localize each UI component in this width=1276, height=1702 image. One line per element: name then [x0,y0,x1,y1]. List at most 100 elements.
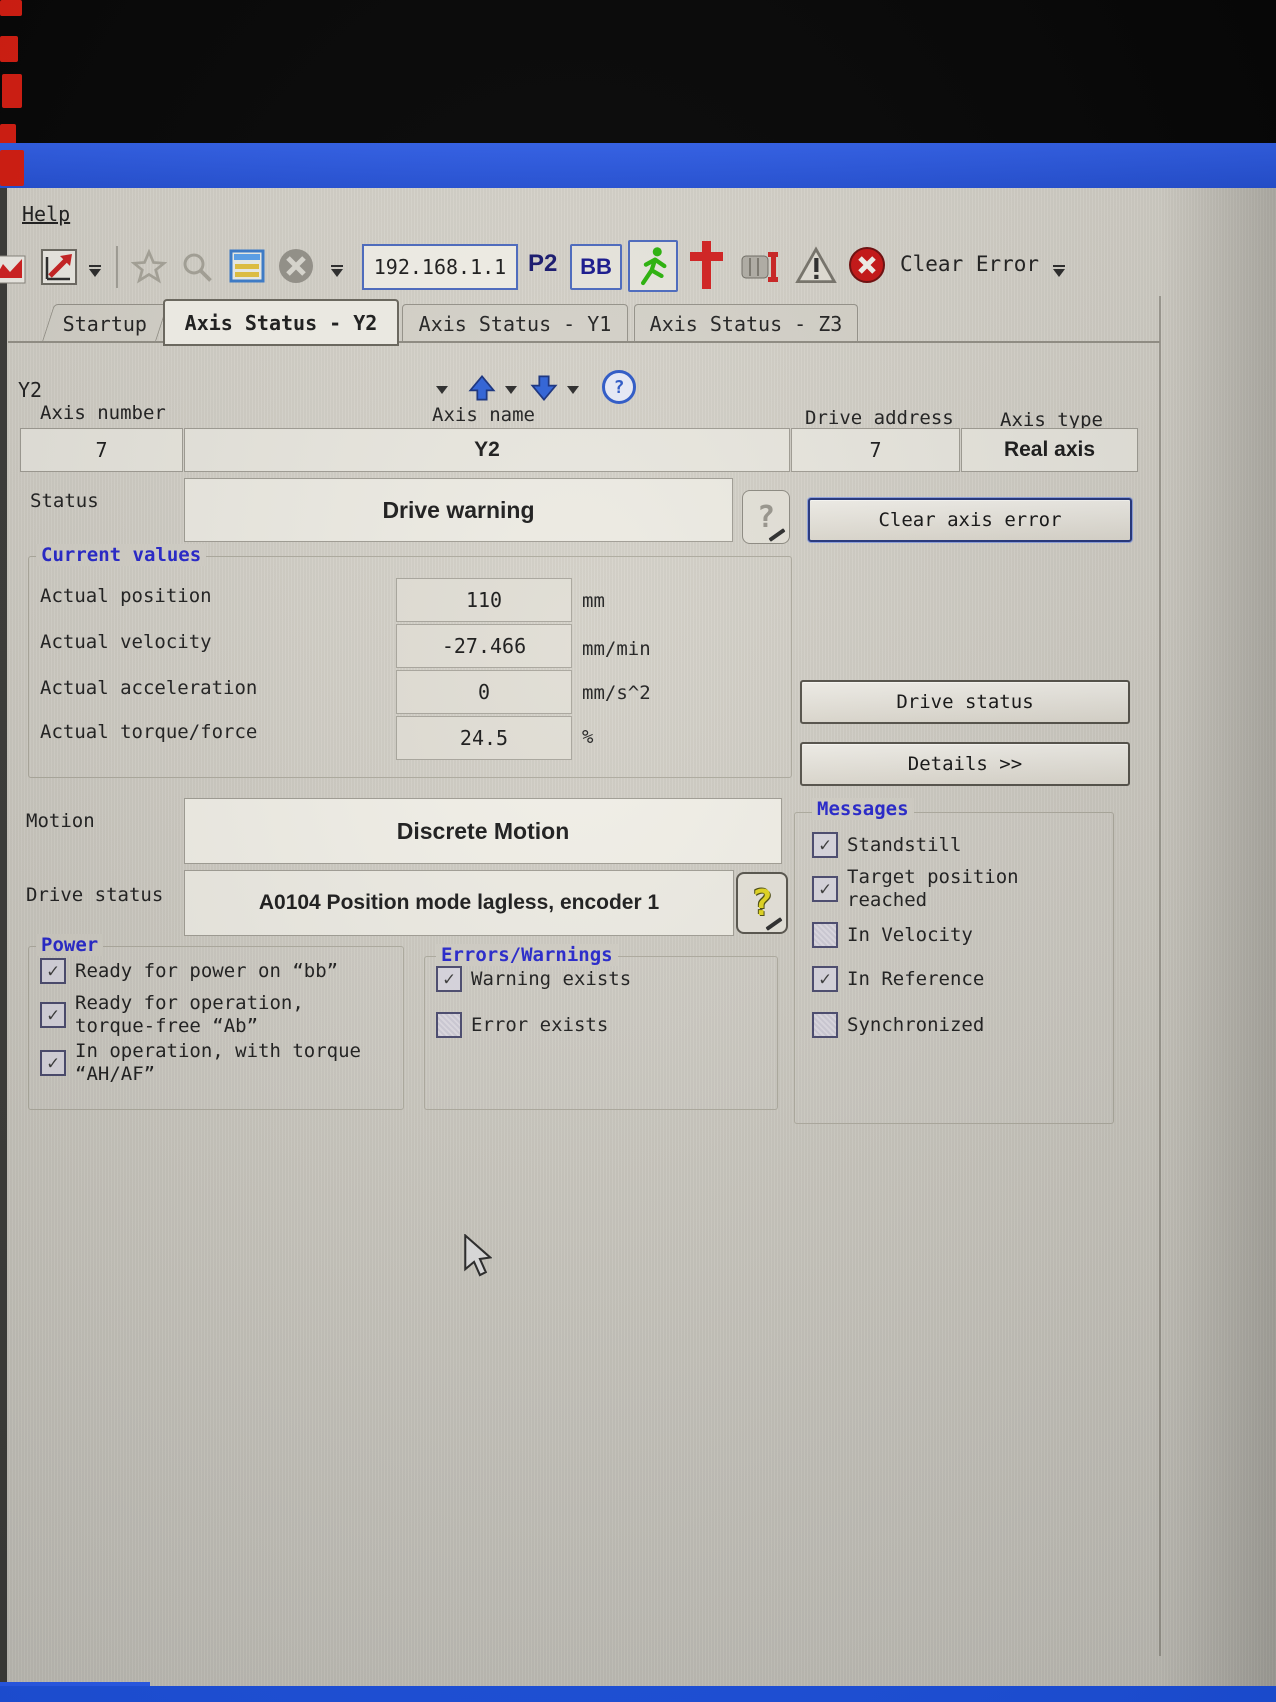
value-row-field: 24.5 [396,716,572,760]
tab-label: Startup [63,312,147,336]
axis-type-value: Real axis [961,428,1138,472]
errors-checkbox-row: ✓ Warning exists [436,966,756,992]
target-ip-input[interactable]: 192.168.1.1 [362,244,518,290]
window-titlebar [0,143,1276,188]
drive-icon[interactable] [738,246,784,288]
drive-address-value: 7 [791,428,960,472]
warning-icon[interactable] [794,244,838,286]
message-checkbox-row: Synchronized [812,1012,1098,1038]
screen-photo: Help 192.168.1.1 P2 BB Clear Error [0,0,1276,1702]
status-value: Drive warning [184,478,733,542]
checkbox: ✓ [40,1002,66,1028]
move-down-button[interactable] [530,374,558,406]
report-icon[interactable] [228,248,266,284]
value-row-field: 0 [396,670,572,714]
power-checkbox-row: ✓ Ready for operation, torque-free “Ab” [40,992,388,1038]
value-row-field: -27.466 [396,624,572,668]
unit-label: mm [582,590,605,612]
tab-axis-status-z3[interactable]: Axis Status - Z3 [634,304,858,342]
status-help-icon[interactable]: ? [742,490,790,544]
checkbox: ✓ [812,832,838,858]
power-title: Power [36,934,103,956]
checkbox: ✓ [40,1050,66,1076]
value-row-field: 110 [396,578,572,622]
message-checkbox-row: ✓ In Reference [812,966,1098,992]
star-icon[interactable] [130,248,168,286]
axis-selector-value[interactable]: Y2 [18,378,42,402]
errors-warnings-title: Errors/Warnings [436,944,618,966]
screen-glare [0,36,18,62]
tab-label: Axis Status - Z3 [650,312,843,336]
axis-number-value: 7 [20,428,183,472]
cross-icon[interactable] [684,238,728,292]
drive-address-header: Drive address [805,407,954,429]
unit-label: mm/s^2 [582,682,651,704]
unit-label: mm/min [582,638,651,660]
panel-right-divider [1159,296,1161,1656]
checkbox [812,1012,838,1038]
drive-status-help-icon[interactable]: ? [736,872,788,934]
question-glyph: ? [757,500,775,535]
checkbox-label: Error exists [471,1014,608,1037]
screen-glare [2,74,22,108]
unit-label: % [582,726,593,748]
checkbox-label: In operation, with torque “AH/AF” [75,1040,388,1086]
window-left-edge [0,188,7,1702]
value-row-label: Actual velocity [40,631,212,653]
power-checkbox-row: ✓ In operation, with torque “AH/AF” [40,1040,388,1086]
checkbox: ✓ [812,876,838,902]
chart-icon[interactable] [0,252,26,286]
tab-startup[interactable]: Startup [42,304,168,342]
cancel-icon[interactable] [276,246,316,286]
axis-name-header: Axis name [432,404,535,426]
taskbar-edge [0,1686,1276,1702]
checkbox-label: In Reference [847,968,984,991]
tab-label: Axis Status - Y2 [185,311,378,335]
trend-arrow-icon[interactable] [40,248,78,286]
drive-status-button[interactable]: Drive status [800,680,1130,724]
clear-axis-error-button[interactable]: Clear axis error [808,498,1132,542]
move-up-options-caret[interactable] [505,386,517,394]
checkbox: ✓ [812,966,838,992]
checkbox-label: Ready for power on “bb” [75,960,338,983]
tab-axis-status-y1[interactable]: Axis Status - Y1 [402,304,628,342]
checkbox [812,922,838,948]
move-down-options-caret[interactable] [567,386,579,394]
p2-indicator: P2 [528,250,557,278]
screen-glare [0,0,22,16]
message-checkbox-row: In Velocity [812,922,1098,948]
current-values-title: Current values [36,544,206,566]
tab-axis-status-y2[interactable]: Axis Status - Y2 [163,299,399,346]
move-up-button[interactable] [468,374,496,406]
messages-title: Messages [812,798,914,820]
tab-label: Axis Status - Y1 [419,312,612,336]
value-row-label: Actual position [40,585,212,607]
toolbar-separator [116,246,118,288]
value-row-label: Actual acceleration [40,677,257,699]
toolbar-overflow-caret[interactable] [88,262,102,280]
message-checkbox-row: ✓ Target position reached [812,866,1098,912]
axis-selector-dropdown-caret[interactable] [436,386,448,394]
checkbox: ✓ [436,966,462,992]
errors-checkbox-row: Error exists [436,1012,756,1038]
question-glyph: ? [751,883,773,924]
motion-label: Motion [26,810,95,832]
checkbox-label: Target position reached [847,866,1062,912]
toolbar-overflow-caret[interactable] [1052,262,1066,280]
details-button[interactable]: Details >> [800,742,1130,786]
clear-error-button[interactable]: Clear Error [900,252,1039,276]
status-label: Status [30,490,99,512]
mouse-cursor [462,1234,492,1282]
value-row-label: Actual torque/force [40,721,257,743]
drive-status-value: A0104 Position mode lagless, encoder 1 [184,870,734,936]
checkbox-label: Synchronized [847,1014,984,1037]
error-icon[interactable] [846,244,888,286]
menu-help[interactable]: Help [22,202,70,226]
run-mode-icon[interactable] [628,240,678,292]
search-icon[interactable] [178,248,216,286]
toolbar-overflow-caret[interactable] [330,262,344,280]
axis-name-value: Y2 [184,428,790,472]
checkbox-label: Standstill [847,834,961,857]
help-icon[interactable]: ? [602,370,636,404]
bb-button[interactable]: BB [570,244,622,290]
